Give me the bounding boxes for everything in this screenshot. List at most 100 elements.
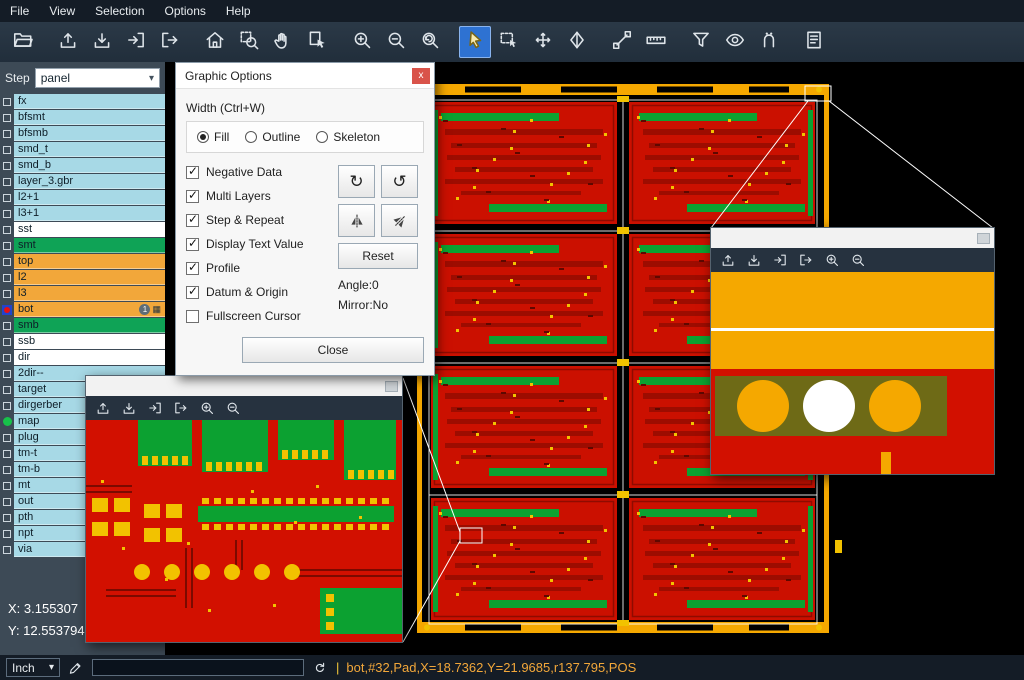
import-left-button[interactable]	[771, 251, 789, 269]
unit-select[interactable]: Inch ▾	[6, 658, 60, 677]
checkbox-profile[interactable]: Profile	[186, 261, 330, 275]
layer-checkbox[interactable]	[0, 206, 14, 221]
dialog-titlebar[interactable]: Graphic Options x	[176, 63, 434, 89]
layer-name[interactable]: bot1▦	[14, 302, 165, 317]
layer-name[interactable]: sst	[14, 222, 165, 237]
layer-checkbox[interactable]	[0, 478, 14, 493]
select-window-button[interactable]	[493, 26, 525, 58]
step-select[interactable]: panel ▾	[35, 68, 160, 88]
layer-name[interactable]: l2	[14, 270, 165, 285]
measure-distance-button[interactable]	[606, 26, 638, 58]
refresh-icon[interactable]	[311, 659, 329, 677]
layer-checkbox[interactable]	[0, 398, 14, 413]
magnifier-1-minimize-button[interactable]	[385, 381, 398, 392]
layer-row-smd_b[interactable]: smd_b	[0, 158, 165, 173]
checkbox-datum-origin[interactable]: Datum & Origin	[186, 285, 330, 299]
zoom-previous-button[interactable]	[414, 26, 446, 58]
menu-file[interactable]: File	[0, 1, 39, 21]
layer-name[interactable]: dir	[14, 350, 165, 365]
zoom-window-button[interactable]	[233, 26, 265, 58]
checkbox-negative-data[interactable]: Negative Data	[186, 165, 330, 179]
zoom-out-button[interactable]	[849, 251, 867, 269]
open-folder-button[interactable]	[7, 26, 39, 58]
layer-checkbox[interactable]	[0, 462, 14, 477]
layer-name[interactable]: top	[14, 254, 165, 269]
mirror-object-button[interactable]	[561, 26, 593, 58]
magnifier-2-minimize-button[interactable]	[977, 233, 990, 244]
layer-row-top[interactable]: top	[0, 254, 165, 269]
layer-name[interactable]: layer_3.gbr	[14, 174, 165, 189]
layer-checkbox[interactable]	[0, 542, 14, 557]
layer-checkbox[interactable]	[0, 526, 14, 541]
layer-active-marker[interactable]	[0, 414, 14, 429]
zoom-out-button[interactable]	[224, 399, 242, 417]
radio-outline[interactable]: Outline	[245, 130, 300, 144]
move-selection-button[interactable]	[527, 26, 559, 58]
magnifier-1-titlebar[interactable]	[86, 376, 402, 396]
layer-checkbox[interactable]	[0, 270, 14, 285]
layer-row-bot[interactable]: bot1▦	[0, 302, 165, 317]
layer-row-smt[interactable]: smt	[0, 238, 165, 253]
layer-checkbox[interactable]	[0, 94, 14, 109]
layer-checkbox[interactable]	[0, 222, 14, 237]
layer-row-bfsmt[interactable]: bfsmt	[0, 110, 165, 125]
layer-row-layer_3.gbr[interactable]: layer_3.gbr	[0, 174, 165, 189]
layer-active-marker[interactable]	[0, 302, 14, 317]
menu-view[interactable]: View	[39, 1, 85, 21]
layer-checkbox[interactable]	[0, 142, 14, 157]
export-up-button[interactable]	[52, 26, 84, 58]
net-highlight-button[interactable]	[753, 26, 785, 58]
layer-name[interactable]: bfsmb	[14, 126, 165, 141]
layer-row-l3+1[interactable]: l3+1	[0, 206, 165, 221]
checkbox-display-text-value[interactable]: Display Text Value	[186, 237, 330, 251]
layer-checkbox[interactable]	[0, 446, 14, 461]
rotate-ccw-button[interactable]: ↺	[381, 165, 418, 198]
layer-checkbox[interactable]	[0, 126, 14, 141]
layer-row-l2[interactable]: l2	[0, 270, 165, 285]
mirror-vertical-button[interactable]	[338, 204, 375, 237]
reset-button[interactable]: Reset	[338, 243, 418, 269]
layer-name[interactable]: smd_b	[14, 158, 165, 173]
layer-name[interactable]: l3+1	[14, 206, 165, 221]
layer-checkbox[interactable]	[0, 158, 14, 173]
zoom-out-button[interactable]	[380, 26, 412, 58]
layer-row-bfsmb[interactable]: bfsmb	[0, 126, 165, 141]
report-button[interactable]	[798, 26, 830, 58]
layer-row-l2+1[interactable]: l2+1	[0, 190, 165, 205]
layer-name[interactable]: smt	[14, 238, 165, 253]
layer-name[interactable]: fx	[14, 94, 165, 109]
menu-options[interactable]: Options	[155, 1, 216, 21]
rotate-cw-button[interactable]: ↻	[338, 165, 375, 198]
layer-row-smb[interactable]: smb	[0, 318, 165, 333]
close-icon[interactable]: x	[412, 68, 430, 84]
layer-checkbox[interactable]	[0, 286, 14, 301]
export-right-button[interactable]	[172, 399, 190, 417]
import-down-button[interactable]	[745, 251, 763, 269]
layer-checkbox[interactable]	[0, 174, 14, 189]
layer-checkbox[interactable]	[0, 366, 14, 381]
layer-name[interactable]: smd_t	[14, 142, 165, 157]
layer-name[interactable]: smb	[14, 318, 165, 333]
menu-help[interactable]: Help	[216, 1, 261, 21]
layer-checkbox[interactable]	[0, 350, 14, 365]
layer-checkbox[interactable]	[0, 318, 14, 333]
layer-name[interactable]: l3	[14, 286, 165, 301]
close-button[interactable]: Close	[242, 337, 424, 363]
import-down-button[interactable]	[120, 399, 138, 417]
zoom-in-button[interactable]	[823, 251, 841, 269]
export-right-button[interactable]	[154, 26, 186, 58]
view-options-button[interactable]	[719, 26, 751, 58]
zoom-in-button[interactable]	[346, 26, 378, 58]
layer-checkbox[interactable]	[0, 110, 14, 125]
layer-checkbox[interactable]	[0, 382, 14, 397]
layer-checkbox[interactable]	[0, 254, 14, 269]
filter-button[interactable]	[685, 26, 717, 58]
radio-fill[interactable]: Fill	[197, 130, 229, 144]
menu-selection[interactable]: Selection	[85, 1, 154, 21]
layer-name[interactable]: ssb	[14, 334, 165, 349]
layer-checkbox[interactable]	[0, 430, 14, 445]
layer-checkbox[interactable]	[0, 510, 14, 525]
pointer-button[interactable]	[459, 26, 491, 58]
checkbox-multi-layers[interactable]: Multi Layers	[186, 189, 330, 203]
command-input[interactable]	[92, 659, 304, 676]
